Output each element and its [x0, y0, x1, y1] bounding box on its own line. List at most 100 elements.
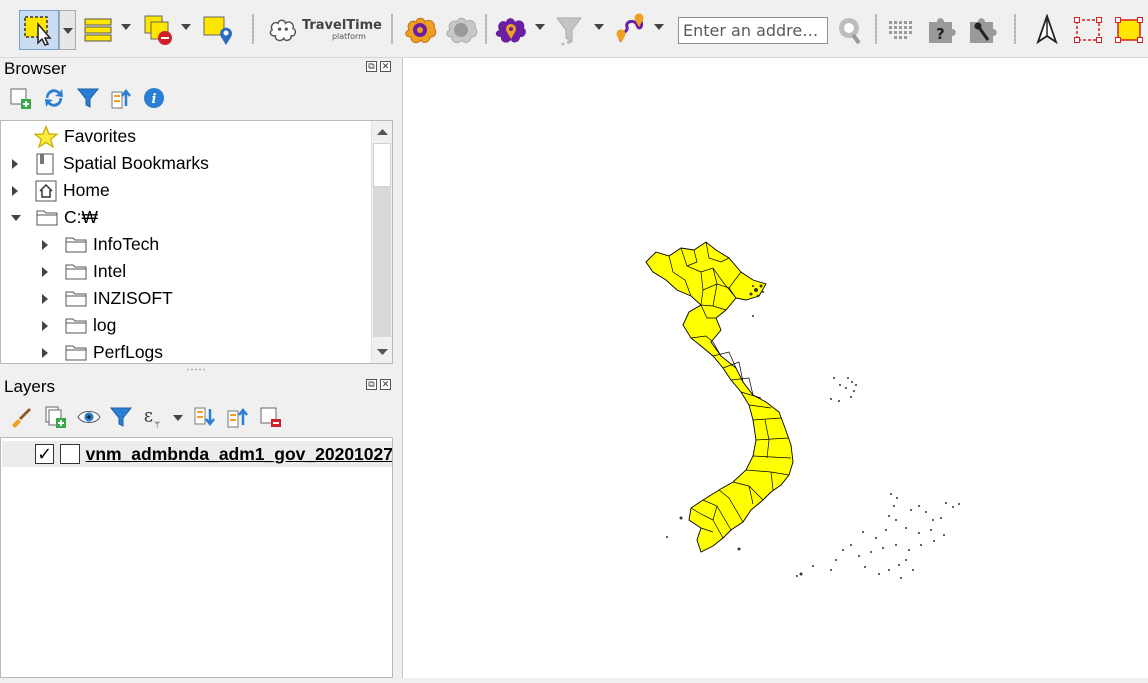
traveltime-disabled-button[interactable] — [443, 10, 479, 50]
collapse-arrow-icon[interactable] — [11, 214, 21, 221]
tree-item-label: InfoTech — [93, 234, 160, 254]
deselect-features-button[interactable] — [141, 10, 177, 50]
route-dropdown[interactable] — [654, 24, 664, 30]
tree-item-label: log — [93, 315, 117, 335]
browser-scrollbar[interactable] — [371, 121, 392, 363]
properties-button[interactable]: i — [142, 86, 166, 110]
collapse-all-button[interactable] — [109, 86, 133, 110]
bounding-box-button[interactable] — [1071, 10, 1105, 50]
deselect-dropdown[interactable] — [181, 24, 191, 30]
scroll-up-icon[interactable] — [373, 122, 392, 142]
open-attribute-table-button[interactable] — [82, 10, 114, 50]
isochrone-button[interactable] — [493, 10, 529, 50]
panel-splitter[interactable] — [186, 368, 206, 371]
vietnam-provinces-polygon[interactable] — [645, 241, 794, 553]
route-icon — [616, 13, 644, 43]
collapse-all-icon — [227, 407, 248, 428]
select-features-button[interactable] — [19, 10, 59, 50]
filter-dropdown[interactable] — [594, 24, 604, 30]
svg-text:?: ? — [936, 25, 945, 43]
layers-tree[interactable]: ✓ vnm_admbnda_adm1_gov_20201027 — [0, 437, 393, 678]
browser-tree[interactable]: Favorites Spatial Bookmarks Home C:₩ Inf… — [0, 120, 393, 364]
info-icon: i — [144, 88, 164, 108]
add-selected-layers-button[interactable] — [8, 86, 32, 110]
open-layer-styling-button[interactable] — [9, 405, 33, 429]
scrollbar-track[interactable] — [373, 187, 391, 337]
isochrone-dropdown[interactable] — [535, 24, 545, 30]
float-panel-icon[interactable]: ⧉ — [366, 61, 377, 72]
float-panel-icon[interactable]: ⧉ — [366, 379, 377, 390]
select-by-location-button[interactable] — [200, 10, 236, 50]
expand-arrow-icon[interactable] — [42, 320, 48, 331]
tree-item-home[interactable]: Home — [12, 177, 110, 204]
close-panel-icon[interactable]: ✕ — [380, 379, 391, 390]
add-layer-icon — [10, 88, 31, 109]
main-toolbar: TravelTime platform Enter an addre… ? — [0, 0, 1148, 58]
expand-arrow-icon[interactable] — [42, 266, 48, 277]
expand-all-button[interactable] — [193, 405, 217, 429]
expand-arrow-icon[interactable] — [42, 239, 48, 250]
scroll-down-icon[interactable] — [373, 342, 392, 362]
filter-browser-button[interactable] — [76, 86, 100, 110]
traveltime-logo-icon — [269, 19, 297, 42]
paintbrush-icon — [12, 408, 31, 428]
select-features-icon — [24, 16, 52, 46]
filter-legend-button[interactable] — [109, 405, 133, 429]
close-panel-icon[interactable]: ✕ — [380, 61, 391, 72]
tree-item-inzisoft[interactable]: INZISOFT — [42, 285, 173, 312]
north-arrow-button[interactable] — [1031, 10, 1063, 50]
remove-layer-button[interactable] — [258, 405, 282, 429]
tree-item-c-drive[interactable]: C:₩ — [11, 204, 98, 231]
select-features-dropdown[interactable] — [59, 10, 76, 50]
svg-text:i: i — [152, 92, 157, 107]
help-puzzle-icon: ? — [929, 18, 956, 43]
expand-all-icon — [194, 407, 215, 427]
tree-item-log[interactable]: log — [42, 312, 116, 339]
layer-row[interactable]: ✓ vnm_admbnda_adm1_gov_20201027 — [2, 441, 392, 467]
fill-box-button[interactable] — [1112, 10, 1146, 50]
folder-icon — [65, 291, 87, 307]
eye-icon — [77, 411, 101, 423]
browser-panel-controls: ⧉ ✕ — [366, 61, 391, 72]
filter-by-expression-button[interactable]: ε — [142, 405, 166, 429]
tree-item-favorites[interactable]: Favorites — [34, 123, 136, 150]
expand-arrow-icon[interactable] — [42, 347, 48, 358]
collapse-all-icon — [111, 88, 131, 109]
layer-symbol-swatch[interactable] — [60, 444, 80, 464]
traveltime-logo-subtext: platform — [331, 31, 366, 41]
grid-button[interactable] — [884, 10, 918, 50]
isochrone-icon — [495, 18, 526, 43]
attribute-table-dropdown[interactable] — [121, 24, 131, 30]
address-search-input[interactable] — [678, 17, 828, 44]
manage-visibility-button[interactable] — [77, 405, 101, 429]
scrollbar-thumb[interactable] — [373, 143, 391, 187]
fill-box-icon — [1115, 17, 1143, 43]
expression-icon: ε — [144, 407, 161, 429]
geocode-button[interactable] — [834, 10, 866, 50]
tree-item-label: Intel — [93, 261, 127, 281]
layer-name[interactable]: vnm_admbnda_adm1_gov_20201027 — [86, 444, 392, 465]
plugin-help-button[interactable]: ? — [924, 10, 958, 50]
collapse-all-layers-button[interactable] — [226, 405, 250, 429]
refresh-button[interactable] — [42, 86, 66, 110]
folder-icon — [65, 237, 87, 253]
expand-arrow-icon[interactable] — [42, 293, 48, 304]
expression-dropdown[interactable] — [173, 415, 183, 421]
tree-item-perflogs[interactable]: PerfLogs — [42, 339, 163, 363]
tree-item-spatial-bookmarks[interactable]: Spatial Bookmarks — [12, 150, 209, 177]
route-button[interactable] — [612, 10, 648, 50]
star-icon — [34, 124, 58, 148]
plugin-tools-button[interactable] — [965, 10, 999, 50]
traveltime-filter-button[interactable] — [553, 10, 585, 50]
tree-item-infotech[interactable]: InfoTech — [42, 231, 159, 258]
expand-arrow-icon[interactable] — [12, 185, 18, 196]
traveltime-settings-button[interactable] — [402, 10, 438, 50]
layer-visibility-checkbox[interactable]: ✓ — [35, 444, 55, 464]
home-icon — [35, 180, 57, 201]
map-canvas[interactable] — [402, 58, 1148, 678]
add-group-icon — [45, 406, 66, 428]
traveltime-logo-button[interactable]: TravelTime platform — [268, 10, 382, 50]
tree-item-intel[interactable]: Intel — [42, 258, 126, 285]
add-group-button[interactable] — [43, 405, 67, 429]
expand-arrow-icon[interactable] — [12, 158, 18, 169]
